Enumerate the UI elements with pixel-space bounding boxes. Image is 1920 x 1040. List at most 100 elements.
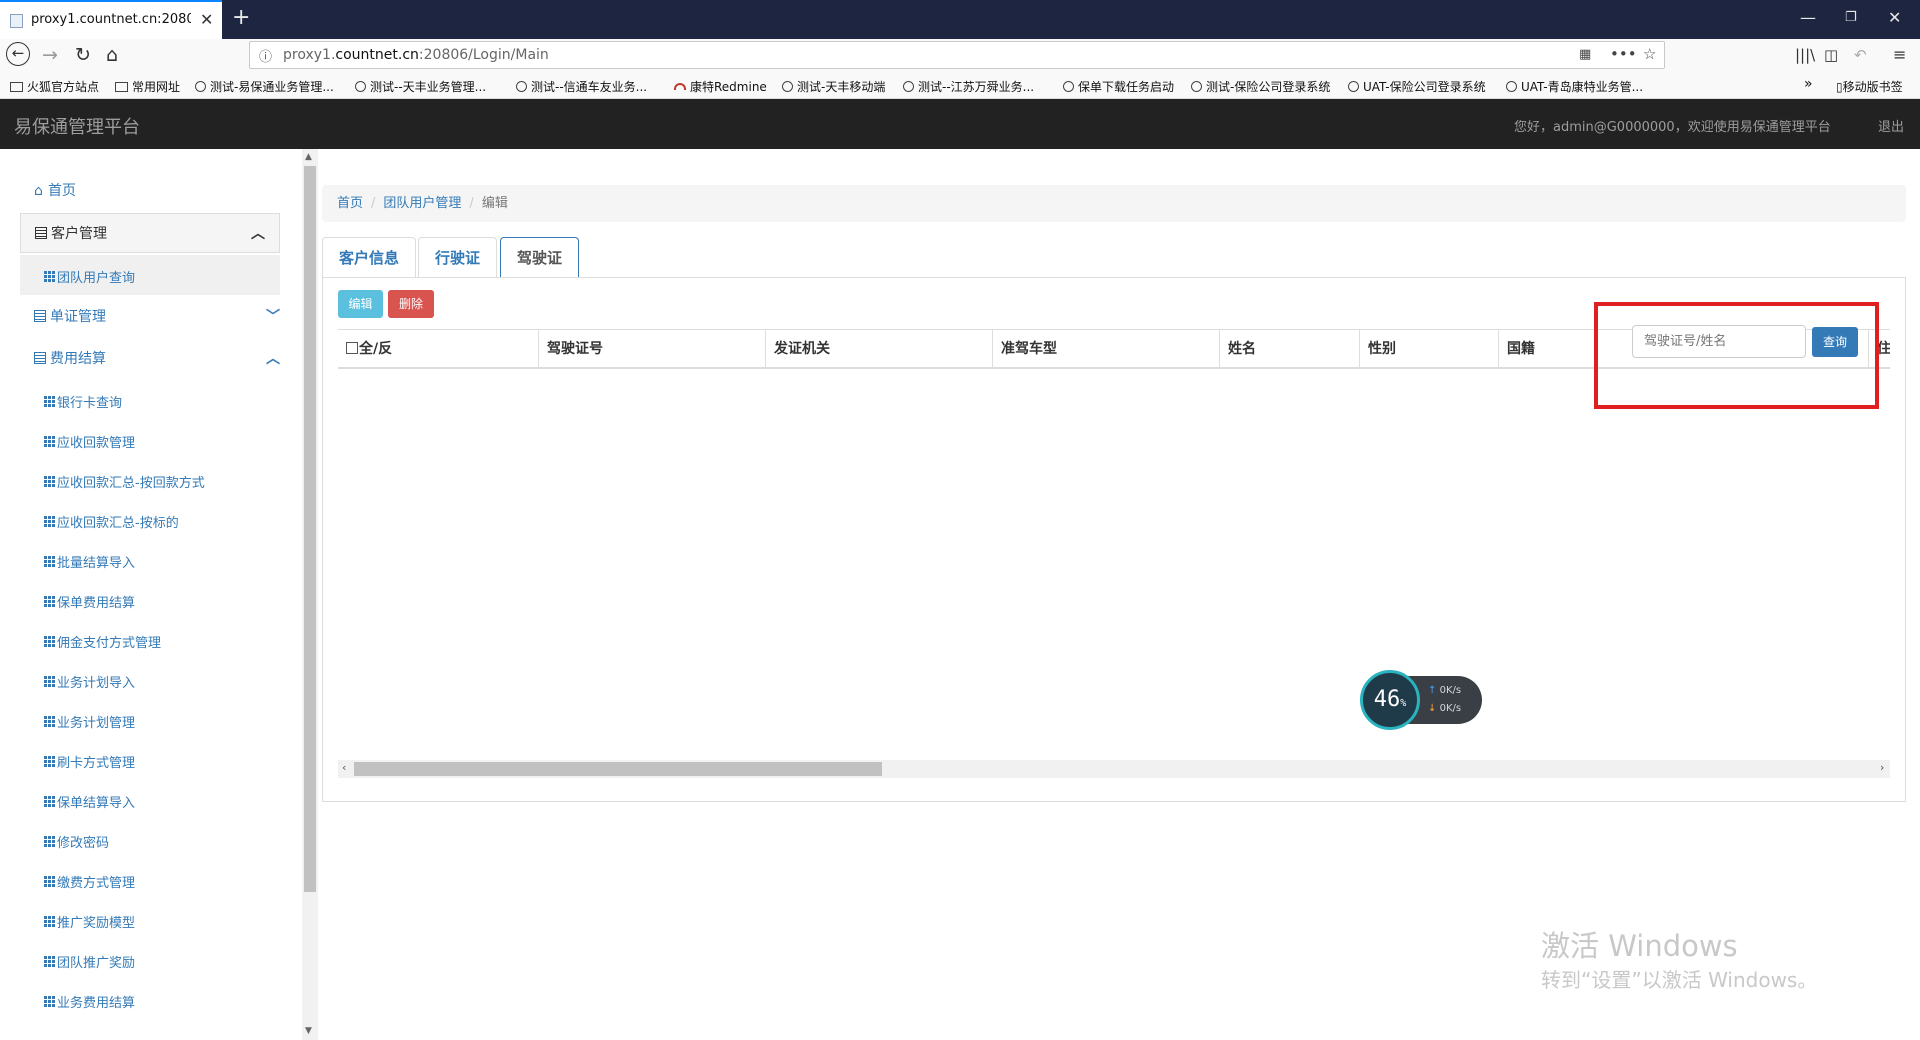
home-icon[interactable]: ⌂ [106, 44, 118, 66]
sidebar-group-documents[interactable]: 单证管理 ﹀ [34, 297, 280, 337]
sidebar-item-home[interactable]: ⌂ 首页 [34, 171, 280, 211]
folder-icon [115, 82, 128, 92]
globe-icon [1348, 81, 1359, 92]
sidebar-group-fee-settlement[interactable]: 费用结算 ︿ [34, 339, 280, 379]
grid-icon [44, 636, 56, 648]
scroll-right-icon[interactable]: › [1880, 761, 1884, 774]
sidebar-item-team-user-query[interactable]: 团队用户查询 [44, 267, 135, 286]
logout-link[interactable]: 退出 [1878, 116, 1904, 135]
bookmark-item[interactable]: 测试-保险公司登录系统 [1191, 78, 1330, 95]
activation-watermark-title: 激活 Windows [1541, 929, 1738, 963]
edit-button[interactable]: 编辑 [338, 290, 383, 318]
tab-customer-info[interactable]: 客户信息 [322, 237, 416, 277]
select-all-label: 全/反 [359, 341, 393, 357]
site-info-icon[interactable]: ⓘ [259, 46, 272, 65]
bookmark-item[interactable]: UAT-青岛康特业务管... [1506, 78, 1643, 95]
select-all-checkbox[interactable] [346, 342, 358, 354]
scroll-left-icon[interactable]: ‹ [342, 761, 346, 774]
restore-icon[interactable]: ❐ [1845, 10, 1857, 25]
browser-tab[interactable]: proxy1.countnet.cn:20806/Lc ✕ [0, 0, 222, 39]
reload-icon[interactable]: ↻ [75, 44, 91, 66]
sidebar-item-label: 应收回款汇总-按标的 [57, 516, 179, 531]
bookmark-item[interactable]: 火狐官方站点 [10, 78, 99, 95]
sidebar-item-policy-settlement-import[interactable]: 保单结算导入 [44, 792, 135, 811]
sidebar-item-business-fee-settlement[interactable]: 业务费用结算 [44, 992, 135, 1011]
grid-icon [44, 436, 56, 448]
scroll-up-icon[interactable]: ▲ [305, 152, 312, 162]
forward-icon[interactable]: → [42, 44, 58, 66]
bookmark-item[interactable]: 测试--信通车友业务... [516, 78, 647, 95]
bookmarks-overflow-icon[interactable]: » [1804, 76, 1813, 92]
sidebar-item-label: 团队用户查询 [57, 271, 136, 286]
undo-icon[interactable]: ↶ [1854, 46, 1867, 64]
sidebar-item-label: 业务费用结算 [57, 996, 136, 1011]
memory-percent-value: 46 [1373, 687, 1401, 712]
scroll-down-icon[interactable]: ▼ [305, 1026, 312, 1036]
home-icon: ⌂ [34, 183, 43, 199]
bookmark-item[interactable]: 常用网址 [115, 78, 180, 95]
sidebar-item-receivable-by-method[interactable]: 应收回款汇总-按回款方式 [44, 472, 205, 491]
sidebar-item-receivable-mgmt[interactable]: 应收回款管理 [44, 432, 135, 451]
bookmark-item[interactable]: 测试-天丰移动端 [782, 78, 885, 95]
app-title[interactable]: 易保通管理平台 [14, 113, 140, 139]
mobile-bookmarks[interactable]: ▯移动版书签 [1836, 78, 1903, 95]
sidebar-item-label: 修改密码 [57, 836, 110, 851]
upload-speed: ↑ 0K/s [1428, 685, 1462, 696]
sidebar-item-change-password[interactable]: 修改密码 [44, 832, 109, 851]
tab-driver-license[interactable]: 驾驶证 [500, 237, 579, 278]
sidebar-item-commission-payment[interactable]: 佣金支付方式管理 [44, 632, 161, 651]
globe-icon [1506, 81, 1517, 92]
globe-icon [1063, 81, 1074, 92]
close-tab-icon[interactable]: ✕ [200, 10, 213, 29]
bookmark-star-icon[interactable]: ☆ [1643, 45, 1656, 63]
sidebar-item-plan-mgmt[interactable]: 业务计划管理 [44, 712, 135, 731]
delete-button[interactable]: 删除 [388, 290, 434, 318]
sidebar-item-label: 客户管理 [51, 226, 107, 242]
breadcrumb-team-users[interactable]: 团队用户管理 [383, 196, 461, 211]
table-scroll-thumb[interactable] [354, 762, 882, 776]
highlight-annotation-box [1594, 302, 1879, 409]
redmine-icon [674, 83, 686, 90]
sidebar-item-team-promotion[interactable]: 团队推广奖励 [44, 952, 135, 971]
minimize-icon[interactable]: — [1800, 8, 1816, 27]
back-icon[interactable]: ← [6, 42, 30, 66]
bookmark-item[interactable]: 康特Redmine [674, 78, 767, 95]
breadcrumb-home[interactable]: 首页 [337, 196, 363, 211]
bookmark-item[interactable]: 保单下载任务启动 [1063, 78, 1174, 95]
bookmark-item[interactable]: 测试--江苏万舜业务... [903, 78, 1034, 95]
sidebar-item-label: 首页 [48, 183, 76, 199]
qr-code-icon[interactable]: ▦ [1579, 47, 1591, 62]
sidebar-item-policy-fee-settlement[interactable]: 保单费用结算 [44, 592, 135, 611]
new-tab-icon[interactable]: + [232, 5, 250, 30]
sidebar-item-payment-method-mgmt[interactable]: 缴费方式管理 [44, 872, 135, 891]
page-actions-icon[interactable]: ••• [1610, 45, 1637, 63]
network-speed-widget[interactable]: 46% ↑ 0K/s ↓ 0K/s [1360, 670, 1482, 730]
sidebar-item-plan-import[interactable]: 业务计划导入 [44, 672, 135, 691]
sidebar-item-label: 银行卡查询 [57, 396, 123, 411]
sidebar-group-customer[interactable]: 客户管理 ︿ [20, 213, 280, 253]
grid-icon [44, 396, 56, 408]
welcome-text: 您好，admin@G0000000，欢迎使用易保通管理平台 [1514, 120, 1831, 135]
column-select-all[interactable]: 全/反 [338, 330, 538, 368]
sidebar-toggle-icon[interactable]: ◫ [1824, 46, 1838, 64]
folder-icon [10, 82, 23, 92]
sidebar-item-receivable-by-subject[interactable]: 应收回款汇总-按标的 [44, 512, 179, 531]
sidebar-item-batch-settlement-import[interactable]: 批量结算导入 [44, 552, 135, 571]
bookmark-item[interactable]: UAT-保险公司登录系统 [1348, 78, 1486, 95]
grid-icon [44, 716, 56, 728]
library-icon[interactable]: |||\ [1795, 46, 1815, 64]
bookmark-item[interactable]: 测试-易保通业务管理... [195, 78, 334, 95]
address-bar[interactable]: ⓘ proxy1.countnet.cn:20806/Login/Main ▦ … [249, 41, 1665, 69]
tab-vehicle-license[interactable]: 行驶证 [418, 237, 497, 277]
sidebar-item-card-method-mgmt[interactable]: 刷卡方式管理 [44, 752, 135, 771]
sidebar-item-label: 保单结算导入 [57, 796, 136, 811]
memory-percent-unit: % [1400, 698, 1407, 709]
column-header: 性别 [1359, 330, 1498, 368]
sidebar-scroll-thumb[interactable] [304, 166, 316, 892]
bookmark-item[interactable]: 测试--天丰业务管理... [355, 78, 486, 95]
sidebar-item-bank-card-query[interactable]: 银行卡查询 [44, 392, 122, 411]
sidebar-item-promotion-model[interactable]: 推广奖励模型 [44, 912, 135, 931]
list-icon [34, 352, 46, 364]
window-close-icon[interactable]: ✕ [1888, 8, 1901, 27]
menu-icon[interactable]: ≡ [1893, 45, 1906, 64]
